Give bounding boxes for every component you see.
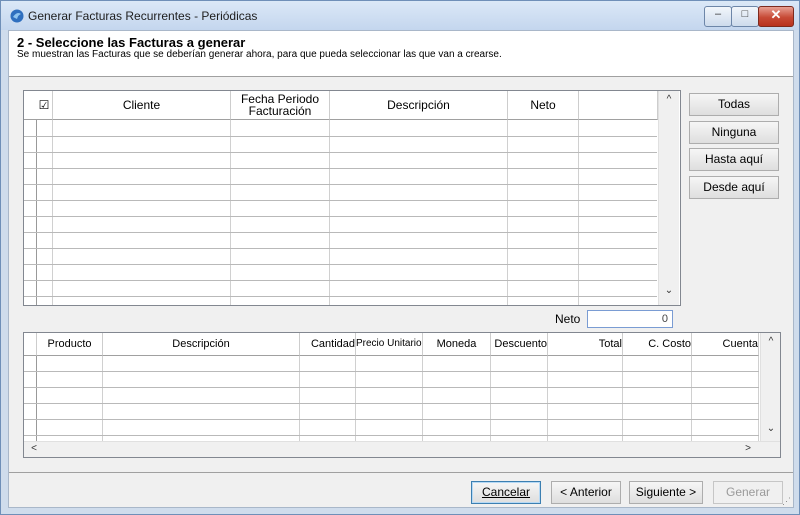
column-header-filler: [579, 91, 658, 120]
details-row-selector-column: [24, 356, 37, 441]
row-selector-column: [24, 120, 37, 305]
resize-grip-icon[interactable]: ⋰: [782, 496, 792, 506]
column-header-cantidad[interactable]: Cantidad: [300, 333, 356, 356]
column-header-total[interactable]: Total: [548, 333, 623, 356]
scroll-left-icon[interactable]: <: [26, 443, 42, 454]
details-scroll-down-icon[interactable]: ⌄: [763, 423, 779, 434]
minimize-icon: –: [714, 8, 722, 20]
close-button[interactable]: ✕: [758, 6, 794, 27]
column-header-c-costo[interactable]: C. Costo: [623, 333, 692, 356]
maximize-icon: □: [741, 8, 749, 20]
footer-separator: [9, 472, 793, 473]
select-all-button[interactable]: Todas: [689, 93, 779, 116]
close-icon: ✕: [770, 7, 782, 22]
previous-button[interactable]: < Anterior: [551, 481, 621, 504]
column-header-descripcion[interactable]: Descripción: [330, 91, 508, 120]
app-logo-icon: [10, 9, 24, 23]
scroll-up-icon[interactable]: ^: [661, 94, 677, 105]
invoices-grid[interactable]: ☑ Cliente Fecha Periodo Facturación Desc…: [23, 90, 681, 306]
column-header-neto[interactable]: Neto: [508, 91, 579, 120]
details-vertical-scrollbar[interactable]: ^ ⌄: [760, 333, 780, 441]
wizard-window: Generar Facturas Recurrentes - Periódica…: [0, 0, 800, 515]
step-subtitle: Se muestran las Facturas que se deberían…: [17, 49, 502, 60]
column-header-cliente[interactable]: Cliente: [53, 91, 231, 120]
details-scroll-up-icon[interactable]: ^: [763, 336, 779, 347]
step-title: 2 - Seleccione las Facturas a generar: [17, 35, 246, 50]
select-all-checkbox[interactable]: ☑: [36, 91, 53, 120]
details-grid[interactable]: Producto Descripción Cantidad Precio Uni…: [23, 332, 781, 458]
generate-button: Generar: [713, 481, 783, 504]
total-neto-label: Neto: [555, 312, 581, 326]
details-row-selector-header: [24, 333, 37, 356]
column-header-moneda[interactable]: Moneda: [423, 333, 491, 356]
minimize-button[interactable]: –: [704, 6, 732, 27]
column-header-descuento[interactable]: Descuento: [491, 333, 548, 356]
select-up-to-here-button[interactable]: Hasta aquí: [689, 148, 779, 171]
column-header-fecha-periodo[interactable]: Fecha Periodo Facturación: [231, 91, 330, 120]
wizard-client-area: 2 - Seleccione las Facturas a generar Se…: [8, 30, 794, 508]
scroll-down-icon[interactable]: ⌄: [661, 285, 677, 296]
column-header-cuenta[interactable]: Cuenta: [692, 333, 759, 356]
invoices-vertical-scrollbar[interactable]: ^ ⌄: [658, 91, 679, 305]
scroll-right-icon[interactable]: >: [740, 443, 756, 454]
window-title: Generar Facturas Recurrentes - Periódica…: [28, 9, 258, 23]
cancel-button[interactable]: Cancelar: [471, 481, 541, 504]
column-header-producto[interactable]: Producto: [37, 333, 103, 356]
title-bar[interactable]: Generar Facturas Recurrentes - Periódica…: [1, 1, 799, 30]
select-none-button[interactable]: Ninguna: [689, 121, 779, 144]
select-from-here-button[interactable]: Desde aquí: [689, 176, 779, 199]
maximize-button[interactable]: □: [731, 6, 759, 27]
step-header: 2 - Seleccione las Facturas a generar Se…: [9, 31, 793, 77]
column-header-detalle-descripcion[interactable]: Descripción: [103, 333, 300, 356]
column-header-precio-unitario[interactable]: Precio Unitario (: [356, 333, 423, 356]
next-button[interactable]: Siguiente >: [629, 481, 703, 504]
total-neto-field: 0: [587, 310, 673, 328]
details-horizontal-scrollbar[interactable]: < >: [24, 441, 780, 457]
